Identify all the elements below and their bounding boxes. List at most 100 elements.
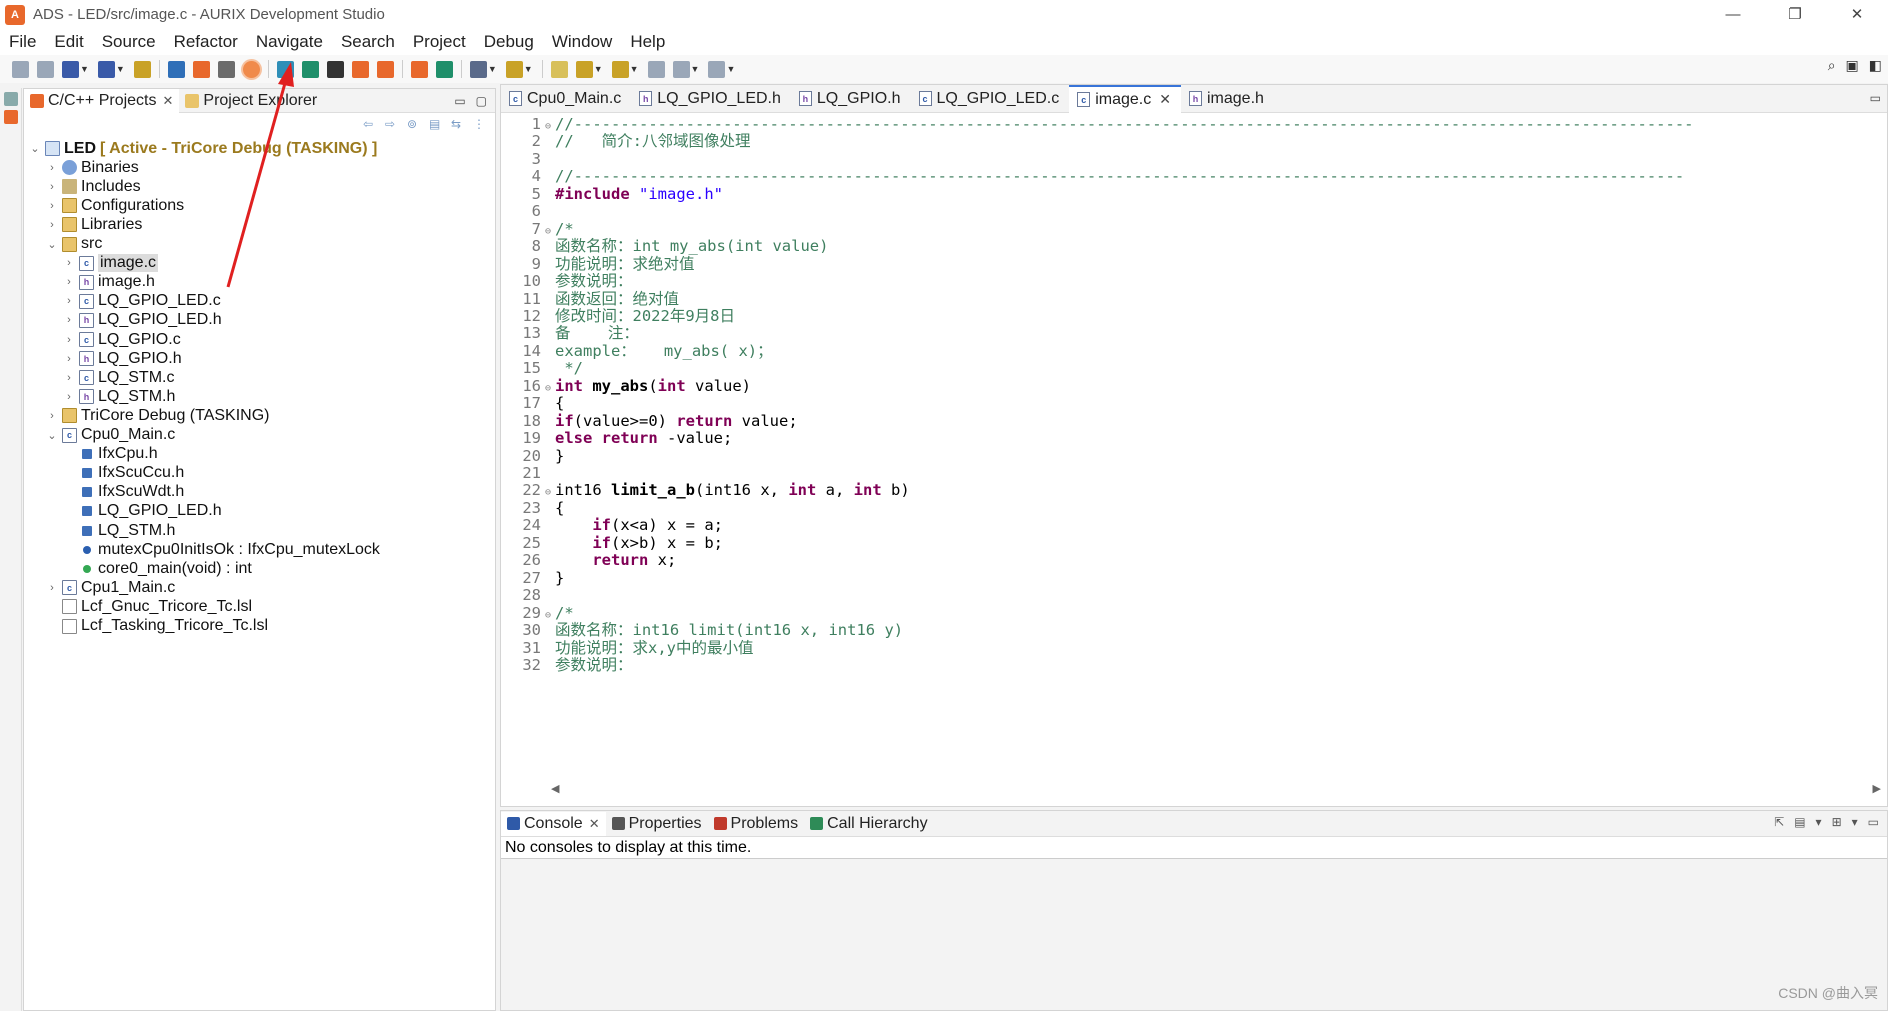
close-tab-icon[interactable]: ✕ — [589, 816, 600, 832]
package-icon[interactable] — [276, 60, 294, 78]
highlight-pen-icon[interactable] — [550, 60, 568, 78]
forward-icon[interactable] — [708, 60, 726, 78]
link-editor-icon[interactable]: ⇆ — [451, 117, 465, 131]
debug-bug-icon[interactable] — [469, 60, 487, 78]
chevron-down-icon[interactable]: ⌄ — [45, 238, 59, 251]
console-body[interactable] — [501, 861, 1887, 1010]
cpp-perspective-icon[interactable]: ◧ — [1869, 57, 1882, 74]
mail-icon[interactable] — [351, 60, 369, 78]
help-icon[interactable] — [326, 60, 344, 78]
tab-console[interactable]: Console ✕ — [501, 811, 606, 836]
menu-file[interactable]: File — [0, 29, 45, 55]
code-area[interactable]: 1 ⊖//------------------------------------… — [501, 114, 1887, 780]
editor-tab[interactable]: h LQ_GPIO.h — [791, 85, 911, 113]
editor-tab[interactable]: c Cpu0_Main.c — [501, 85, 631, 113]
chevron-right-icon[interactable]: › — [45, 200, 59, 212]
pin-console-icon[interactable]: ⇱ — [1774, 815, 1784, 829]
chevron-right-icon[interactable]: › — [45, 162, 59, 174]
scroll-right-icon[interactable]: ▶ — [1873, 782, 1881, 796]
menu-debug[interactable]: Debug — [475, 29, 543, 55]
back-icon[interactable] — [672, 60, 690, 78]
dropdown-arrow-icon[interactable]: ▼ — [726, 64, 735, 74]
tab-problems[interactable]: Problems — [708, 812, 805, 836]
menu-source[interactable]: Source — [93, 29, 165, 55]
dropdown-arrow-icon[interactable]: ▼ — [691, 64, 700, 74]
build-hammer-icon[interactable] — [62, 60, 79, 78]
dropdown-arrow-icon[interactable]: ▼ — [524, 64, 533, 74]
chevron-right-icon[interactable]: › — [45, 410, 59, 422]
chevron-right-icon[interactable]: › — [45, 219, 59, 231]
chevron-right-icon[interactable]: › — [62, 372, 76, 384]
flash-icon[interactable] — [192, 60, 210, 78]
display-console-icon[interactable]: ▤ — [1794, 815, 1805, 829]
menu-navigate[interactable]: Navigate — [247, 29, 332, 55]
collapse-all-icon[interactable]: ▤ — [429, 117, 443, 131]
chip-icon[interactable] — [301, 60, 319, 78]
module-icon[interactable] — [410, 60, 428, 78]
menu-search[interactable]: Search — [332, 29, 404, 55]
save-all-icon[interactable] — [37, 60, 54, 78]
back-nav-icon[interactable]: ⇦ — [363, 117, 377, 131]
chevron-down-icon[interactable]: ⌄ — [45, 429, 59, 442]
last-edit-icon[interactable] — [647, 60, 665, 78]
chevron-right-icon[interactable]: › — [45, 582, 59, 594]
menu-project[interactable]: Project — [404, 29, 475, 55]
close-window-button[interactable]: ✕ — [1826, 0, 1888, 29]
prev-annotation-icon[interactable] — [611, 60, 629, 78]
editor-tab[interactable]: c image.c ✕ — [1069, 84, 1181, 113]
editor-tab[interactable]: c LQ_GPIO_LED.c — [911, 85, 1070, 113]
minimize-view-button[interactable]: ▭ — [1868, 815, 1879, 829]
minimize-button[interactable]: — — [1702, 0, 1764, 29]
dropdown-arrow-icon[interactable]: ▼ — [630, 64, 639, 74]
new-console-dropdown-icon[interactable]: ▾ — [1852, 815, 1858, 829]
editor-tab-menu-icon[interactable]: ▭ — [1870, 91, 1881, 105]
manage-configs-icon[interactable] — [97, 60, 115, 78]
tab-cpp-projects[interactable]: C/C++ Projects ✕ — [24, 88, 180, 113]
horizontal-scrollbar[interactable]: ◀ ▶ — [551, 782, 1881, 796]
close-tab-icon[interactable]: ✕ — [1159, 91, 1171, 108]
dropdown-arrow-icon[interactable]: ▼ — [594, 64, 603, 74]
forward-nav-icon[interactable]: ⇨ — [385, 117, 399, 131]
dropdown-arrow-icon[interactable]: ▼ — [488, 64, 497, 74]
search-icon[interactable]: ⌕ — [1828, 57, 1836, 74]
dropdown-arrow-icon[interactable]: ▼ — [80, 64, 89, 74]
tab-call-hierarchy[interactable]: Call Hierarchy — [804, 812, 933, 836]
menu-edit[interactable]: Edit — [45, 29, 92, 55]
chevron-right-icon[interactable]: › — [62, 353, 76, 365]
ads-view-icon[interactable] — [4, 110, 18, 124]
chevron-right-icon[interactable]: › — [62, 314, 76, 326]
tree-item[interactable]: Lcf_Tasking_Tricore_Tc.lsl — [45, 615, 268, 638]
open-perspective-icon[interactable]: ▣ — [1846, 57, 1859, 74]
editor-tab[interactable]: h image.h — [1181, 85, 1274, 113]
up-nav-icon[interactable]: ⊚ — [407, 117, 421, 131]
next-annotation-icon[interactable] — [575, 60, 593, 78]
chevron-right-icon[interactable]: › — [62, 276, 76, 288]
restore-view-icon[interactable] — [4, 92, 18, 106]
chevron-down-icon[interactable]: ⌄ — [28, 142, 42, 155]
minimize-view-button[interactable]: ▭ — [454, 89, 465, 113]
msg-icon[interactable] — [376, 60, 394, 78]
chevron-right-icon[interactable]: › — [62, 257, 76, 269]
chevron-right-icon[interactable]: › — [62, 391, 76, 403]
close-tab-icon[interactable]: ✕ — [162, 93, 173, 109]
display-dropdown-icon[interactable]: ▾ — [1816, 815, 1822, 829]
save-icon[interactable] — [12, 60, 29, 78]
chevron-right-icon[interactable]: › — [62, 334, 76, 346]
terminal-icon[interactable] — [167, 60, 185, 78]
view-menu-icon[interactable]: ⋮ — [473, 117, 487, 131]
key-icon[interactable] — [133, 60, 151, 78]
menu-window[interactable]: Window — [543, 29, 621, 55]
new-console-icon[interactable]: ⊞ — [1832, 815, 1842, 829]
menu-help[interactable]: Help — [621, 29, 674, 55]
chevron-right-icon[interactable]: › — [62, 295, 76, 307]
dropdown-arrow-icon[interactable]: ▼ — [116, 64, 125, 74]
tab-properties[interactable]: Properties — [606, 812, 708, 836]
maximize-view-button[interactable]: ▢ — [476, 89, 487, 113]
menu-refactor[interactable]: Refactor — [165, 29, 247, 55]
chevron-right-icon[interactable]: › — [45, 181, 59, 193]
tab-project-explorer[interactable]: Project Explorer — [179, 89, 323, 113]
editor-tab[interactable]: h LQ_GPIO_LED.h — [631, 85, 791, 113]
highlighted-tool-icon[interactable] — [242, 60, 260, 78]
board-icon[interactable] — [217, 60, 235, 78]
scroll-left-icon[interactable]: ◀ — [551, 782, 559, 796]
